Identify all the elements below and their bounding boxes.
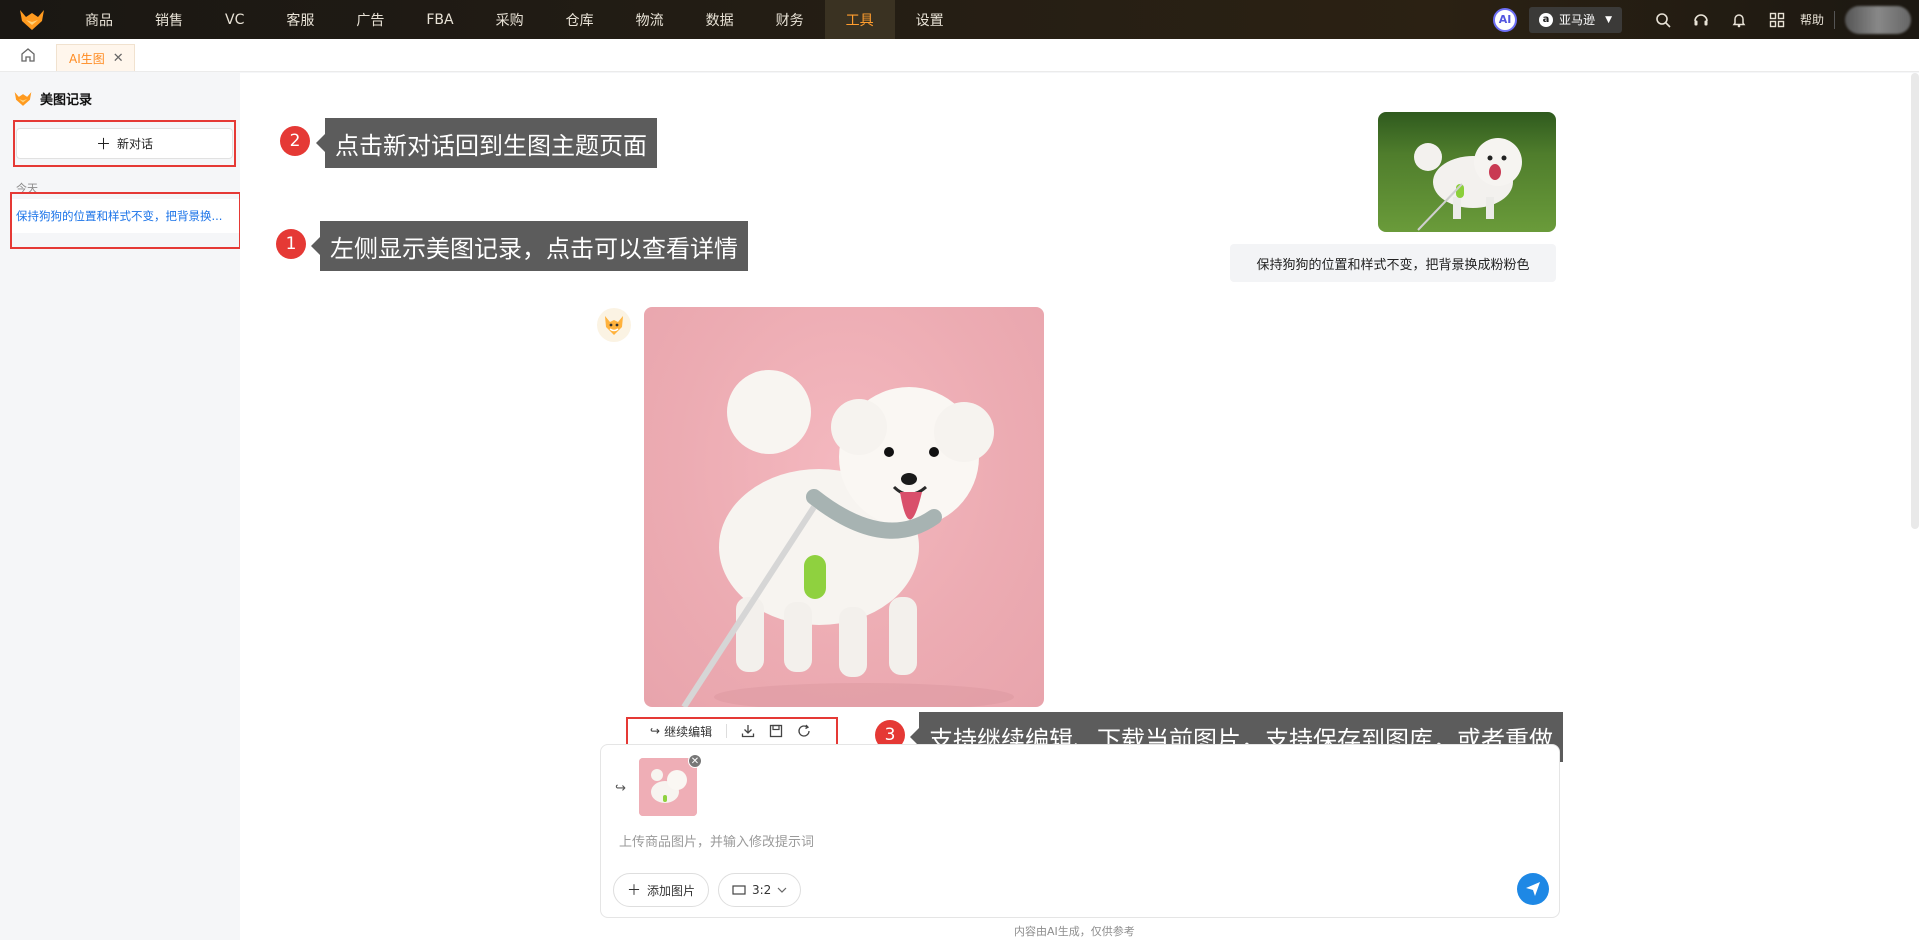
- caret-down-icon: ▼: [1605, 14, 1612, 25]
- support-button[interactable]: [1682, 0, 1720, 39]
- aspect-ratio-icon: [732, 885, 746, 895]
- chevron-down-icon: [777, 887, 787, 893]
- nav-item-tools[interactable]: 工具: [824, 0, 895, 39]
- search-button[interactable]: [1644, 0, 1682, 39]
- toolbar-divider: [726, 724, 728, 738]
- fox-avatar-icon: [605, 316, 623, 335]
- download-button[interactable]: [737, 720, 759, 742]
- sidebar-title: 美图记录: [40, 93, 93, 108]
- nav-item-warehouse[interactable]: 仓库: [545, 0, 615, 39]
- home-icon: [21, 48, 35, 62]
- add-image-button[interactable]: ＋ 添加图片: [613, 873, 710, 907]
- continue-edit-label: 继续编辑: [664, 724, 713, 739]
- user-avatar[interactable]: [1845, 5, 1911, 34]
- search-icon: [1656, 12, 1671, 28]
- new-chat-button[interactable]: ＋ 新对话: [16, 128, 233, 159]
- attached-image-thumbnail[interactable]: [639, 758, 697, 816]
- nav-item-fba[interactable]: FBA: [405, 0, 474, 39]
- download-icon: [741, 725, 755, 738]
- nav-item-products[interactable]: 商品: [64, 0, 134, 39]
- ai-disclaimer: 内容由AI生成，仅供参考: [1014, 925, 1135, 938]
- section-label-today: 今天: [16, 182, 38, 195]
- refresh-icon: [798, 724, 810, 737]
- help-link[interactable]: 帮助: [1800, 11, 1824, 28]
- callout-1-text: 左侧显示美图记录，点击可以查看详情: [311, 221, 748, 271]
- top-navigation: 商品 销售 VC 客服 广告 FBA 采购 仓库 物流 数据 财务 工具 设置 …: [0, 0, 1919, 39]
- bell-icon: [1732, 13, 1746, 27]
- close-icon[interactable]: ✕: [113, 51, 124, 66]
- callout-2-number: 2: [280, 126, 310, 156]
- image-actions-toolbar: ↪ 继续编辑: [628, 717, 836, 745]
- amazon-icon: a: [1539, 12, 1554, 27]
- continue-edit-button[interactable]: ↪ 继续编辑: [646, 719, 716, 743]
- fox-logo-icon: [20, 9, 44, 30]
- nav-item-data[interactable]: 数据: [685, 0, 755, 39]
- add-image-label: 添加图片: [647, 883, 696, 898]
- dog-on-grass-image: [1414, 138, 1522, 231]
- reply-arrow-icon: ↪: [615, 781, 626, 796]
- tab-ai-image-label: AI生图: [69, 51, 105, 66]
- tab-ai-image[interactable]: AI生图 ✕: [56, 44, 135, 71]
- app-logo[interactable]: [0, 0, 64, 39]
- nav-right-tools: AI a 亚马逊 ▼ 帮助: [1493, 0, 1919, 39]
- tab-strip: AI生图 ✕: [0, 39, 1919, 72]
- sidebar-header: 美图记录: [14, 89, 92, 108]
- user-message-bubble: 保持狗狗的位置和样式不变，把背景换成粉粉色: [1230, 244, 1556, 282]
- ai-assistant-button[interactable]: AI: [1493, 7, 1518, 32]
- site-selector[interactable]: a 亚马逊 ▼: [1529, 6, 1622, 33]
- user-uploaded-image[interactable]: [1378, 112, 1556, 232]
- scrollbar[interactable]: [1911, 73, 1919, 529]
- dog-pink-background-image: [681, 370, 1014, 707]
- prompt-composer: ↪ ✕ ＋ 添加图片 3:2: [600, 744, 1560, 918]
- plus-icon: ＋: [627, 883, 641, 899]
- save-to-gallery-button[interactable]: [765, 720, 787, 742]
- home-tab[interactable]: [0, 38, 56, 71]
- aspect-ratio-value: 3:2: [752, 883, 772, 897]
- nav-item-purchase[interactable]: 采购: [475, 0, 545, 39]
- generated-image[interactable]: [644, 307, 1044, 707]
- plus-icon: ＋: [95, 135, 111, 153]
- new-chat-label: 新对话: [117, 137, 154, 151]
- site-selector-label: 亚马逊: [1559, 13, 1596, 27]
- send-icon: [1526, 882, 1540, 896]
- nav-item-settings[interactable]: 设置: [895, 0, 965, 39]
- nav-item-logistics[interactable]: 物流: [615, 0, 685, 39]
- callout-2-text: 点击新对话回到生图主题页面: [316, 118, 657, 168]
- nav-item-finance[interactable]: 财务: [755, 0, 825, 39]
- save-icon: [769, 724, 783, 738]
- send-button[interactable]: [1517, 873, 1549, 905]
- fox-logo-icon: [14, 91, 32, 106]
- grid-icon: [1769, 12, 1785, 27]
- redo-button[interactable]: [793, 720, 815, 742]
- history-sidebar: 美图记录 ＋ 新对话 今天 保持狗狗的位置和样式不变，把背景换...: [0, 73, 241, 940]
- dog-pink-thumbnail-image: [639, 758, 697, 816]
- nav-item-vc[interactable]: VC: [204, 0, 265, 39]
- history-item[interactable]: 保持狗狗的位置和样式不变，把背景换...: [12, 199, 239, 233]
- nav-divider: [1834, 10, 1835, 29]
- nav-item-service[interactable]: 客服: [265, 0, 335, 39]
- callout-1-number: 1: [276, 229, 306, 259]
- prompt-input[interactable]: [619, 831, 1519, 853]
- apps-button[interactable]: [1758, 0, 1796, 39]
- headset-icon: [1694, 13, 1708, 25]
- remove-attachment-button[interactable]: ✕: [688, 754, 702, 768]
- bot-avatar: [597, 308, 631, 342]
- aspect-ratio-select[interactable]: 3:2: [718, 873, 802, 907]
- reply-arrow-icon: ↪: [650, 724, 661, 738]
- nav-item-ads[interactable]: 广告: [335, 0, 405, 39]
- notifications-button[interactable]: [1720, 0, 1758, 39]
- nav-item-sales[interactable]: 销售: [134, 0, 204, 39]
